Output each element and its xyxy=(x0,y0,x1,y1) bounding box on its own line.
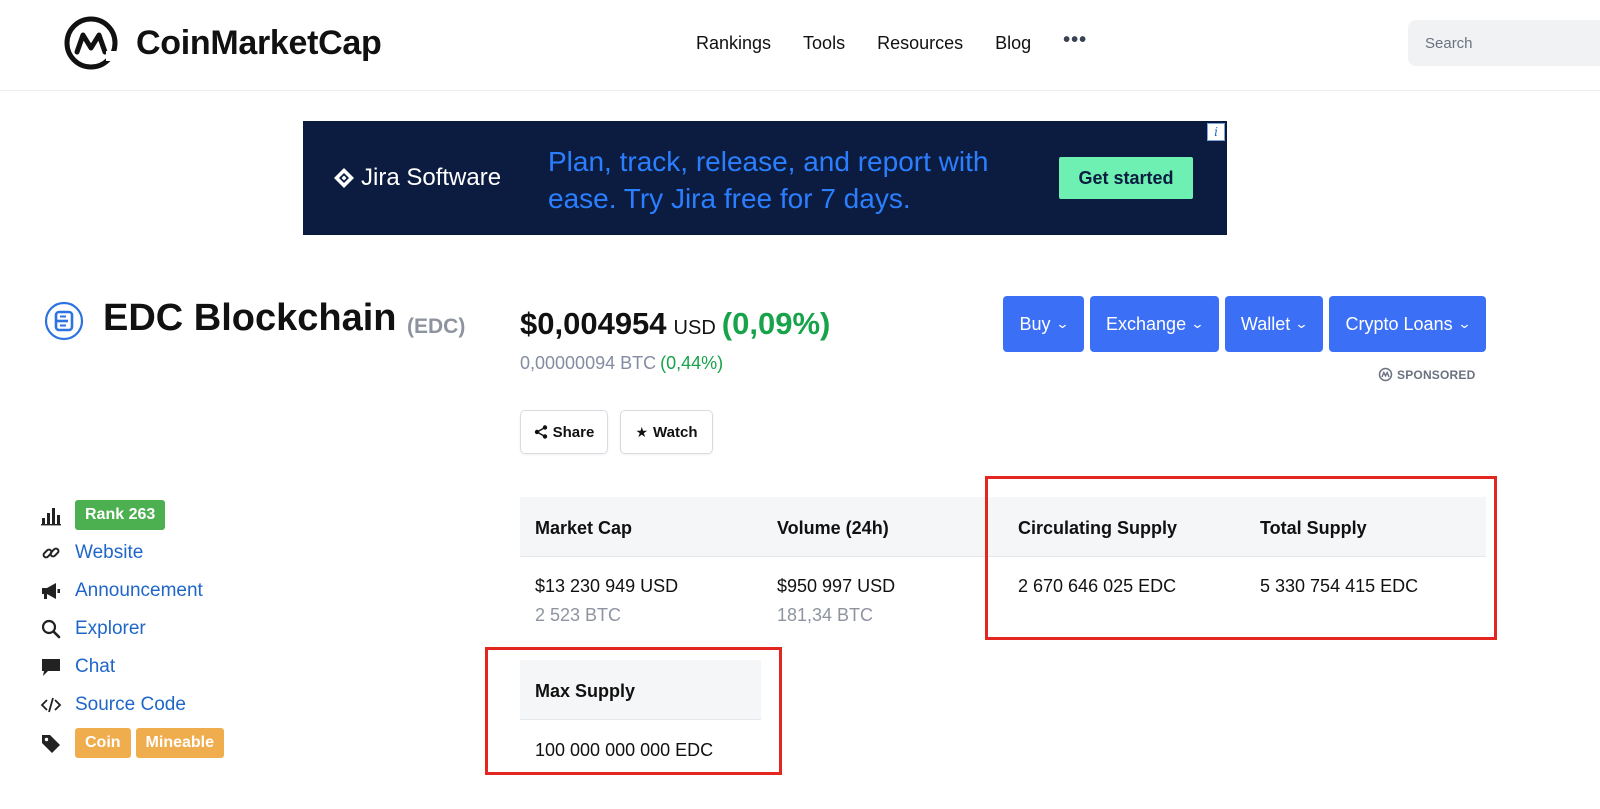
code-icon xyxy=(40,694,66,716)
ad-info-icon[interactable]: i xyxy=(1207,123,1225,141)
ad-banner[interactable]: Jira Software Plan, track, release, and … xyxy=(303,121,1227,235)
source-code-row: Source Code xyxy=(40,694,186,716)
price-change: (0,09%) xyxy=(721,306,831,341)
search-icon xyxy=(40,618,66,640)
edc-coin-icon xyxy=(44,301,84,341)
main-nav: Rankings Tools Resources Blog ••• xyxy=(696,29,1087,55)
jira-logo-icon xyxy=(334,168,354,188)
market-cap-btc: 2 523 BTC xyxy=(535,605,622,625)
star-icon: ★ xyxy=(635,423,649,440)
ad-get-started-button[interactable]: Get started xyxy=(1059,157,1193,199)
more-menu-icon[interactable]: ••• xyxy=(1063,29,1087,52)
source-code-link[interactable]: Source Code xyxy=(75,694,186,716)
nav-blog[interactable]: Blog xyxy=(995,33,1031,54)
website-row: Website xyxy=(40,542,143,564)
price-btc: 0,00000094 BTC xyxy=(520,353,657,373)
rank-badge: Rank 263 xyxy=(75,500,166,530)
coin-name: EDC Blockchain xyxy=(103,297,397,339)
watch-button[interactable]: ★ Watch xyxy=(620,410,713,454)
max-supply-highlight-box xyxy=(485,647,782,775)
chevron-down-icon: ⌄ xyxy=(1054,316,1070,331)
price-unit: USD xyxy=(673,317,716,339)
share-button[interactable]: Share xyxy=(520,410,608,454)
sponsored-label: SPONSORED xyxy=(1378,367,1475,382)
exchange-dropdown-button[interactable]: Exchange ⌄ xyxy=(1090,296,1219,352)
tags-row: Coin Mineable xyxy=(40,728,225,758)
tag-mineable[interactable]: Mineable xyxy=(135,728,225,758)
volume-header: Volume (24h) xyxy=(777,518,889,538)
chat-bubble-icon xyxy=(40,656,66,678)
bar-chart-icon xyxy=(40,504,66,526)
market-cap-header: Market Cap xyxy=(535,518,633,538)
rank-row: Rank 263 xyxy=(40,500,166,530)
market-cap-usd: $13 230 949 USD xyxy=(535,576,679,596)
sponsored-text: SPONSORED xyxy=(1397,367,1476,382)
btc-price-row: 0,00000094 BTC (0,44%) xyxy=(520,353,723,374)
wallet-label: Wallet xyxy=(1240,313,1291,334)
share-label: Share xyxy=(552,423,595,441)
ad-brand-name: Jira Software xyxy=(361,164,502,191)
volume-btc: 181,34 BTC xyxy=(777,605,874,625)
link-icon xyxy=(40,542,66,564)
share-icon xyxy=(534,425,547,439)
watch-label: Watch xyxy=(653,423,698,441)
buy-dropdown-button[interactable]: Buy ⌄ xyxy=(1003,296,1084,352)
tag-coin[interactable]: Coin xyxy=(75,728,131,758)
nav-rankings[interactable]: Rankings xyxy=(696,33,771,54)
search-input[interactable] xyxy=(1408,20,1600,66)
explorer-row: Explorer xyxy=(40,618,146,640)
price-usd: $0,004954 xyxy=(520,306,667,341)
announcement-link[interactable]: Announcement xyxy=(75,580,203,602)
megaphone-icon xyxy=(40,580,66,602)
crypto-loans-dropdown-button[interactable]: Crypto Loans ⌄ xyxy=(1329,296,1486,352)
tag-icon xyxy=(40,732,66,754)
coinmarketcap-logo[interactable]: CoinMarketCap xyxy=(62,14,382,72)
ad-headline: Plan, track, release, and report with ea… xyxy=(548,146,989,214)
buy-label: Buy xyxy=(1019,313,1051,334)
coinmarketcap-small-icon xyxy=(1378,367,1393,382)
chevron-down-icon: ⌄ xyxy=(1294,316,1309,331)
nav-tools[interactable]: Tools xyxy=(803,33,845,54)
crypto-loans-label: Crypto Loans xyxy=(1345,313,1453,334)
supply-highlight-box xyxy=(985,476,1497,640)
explorer-link[interactable]: Explorer xyxy=(75,618,146,640)
coinmarketcap-logo-icon xyxy=(64,16,118,70)
volume-usd: $950 997 USD xyxy=(777,576,896,596)
wallet-dropdown-button[interactable]: Wallet ⌄ xyxy=(1225,296,1323,352)
announcement-row: Announcement xyxy=(40,580,203,602)
coin-symbol: (EDC) xyxy=(407,315,466,338)
website-link[interactable]: Website xyxy=(75,542,143,564)
chevron-down-icon: ⌄ xyxy=(1456,316,1472,331)
nav-resources[interactable]: Resources xyxy=(877,33,963,54)
chat-link[interactable]: Chat xyxy=(75,656,115,678)
chat-row: Chat xyxy=(40,656,115,678)
site-header: CoinMarketCap Rankings Tools Resources B… xyxy=(0,0,1600,91)
ad-brand: Jira Software xyxy=(333,164,501,192)
exchange-label: Exchange xyxy=(1106,313,1187,334)
brand-name: CoinMarketCap xyxy=(136,23,382,62)
price-btc-change: (0,44%) xyxy=(660,353,724,373)
chevron-down-icon: ⌄ xyxy=(1190,316,1205,331)
price-row: $0,004954 USD (0,09%) xyxy=(520,306,830,342)
